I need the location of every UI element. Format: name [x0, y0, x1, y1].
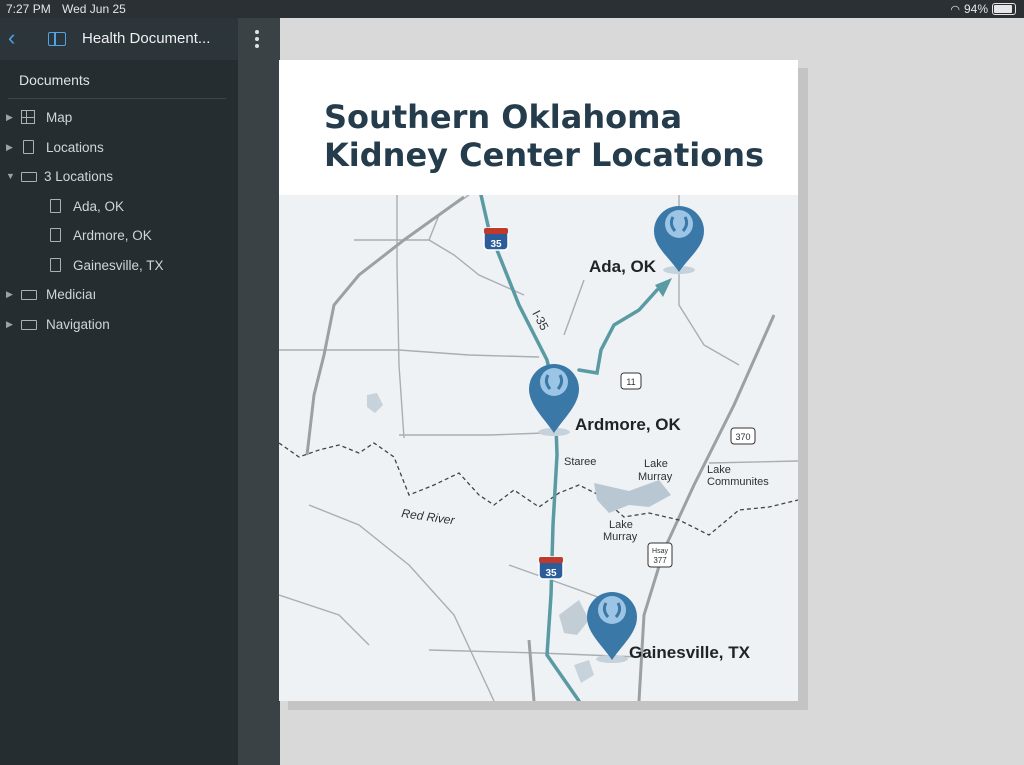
status-bar: 7:27 PM Wed Jun 25 ◠ 94%: [0, 0, 1024, 18]
battery-percent: 94%: [963, 2, 988, 16]
shield-label: Hsay: [652, 548, 668, 555]
map-background: [279, 195, 798, 701]
document-title: Health Document...: [82, 30, 211, 47]
ada-label: Ada, OK: [589, 257, 657, 276]
sidebar-item-label: Locations: [46, 139, 104, 155]
document-icon: [50, 228, 61, 242]
sidebar-item-label: 3 Locations: [44, 168, 114, 184]
folder-icon: [21, 320, 37, 330]
sidebar-item-label: Ardmore, OK: [73, 227, 152, 243]
shield-label: 35: [545, 568, 557, 579]
map-place-label: Lake: [707, 464, 731, 476]
sidebar-item-medicial[interactable]: ▶ Mediciaı: [0, 282, 238, 306]
divider: [8, 98, 226, 99]
sidebar-item-ardmore[interactable]: Ardmore, OK: [0, 223, 238, 247]
map-place-label: Murray: [603, 531, 638, 543]
sidebar-item-label: Navigation: [46, 316, 110, 332]
map-place-label: Staree: [564, 456, 596, 468]
folder-icon: [21, 172, 37, 182]
sidebar-item-label: Map: [46, 109, 73, 125]
back-chevron-icon[interactable]: ‹: [8, 26, 15, 50]
sidebar-item-locations[interactable]: ▶ Locations: [0, 135, 238, 159]
grid-icon: [21, 110, 35, 124]
interstate-shield-top: 35: [483, 227, 509, 251]
disclosure-right-icon[interactable]: ▶: [6, 112, 14, 123]
map-place-label: Lake: [609, 519, 633, 531]
route-370-shield: 370: [730, 427, 756, 445]
document-icon: [23, 140, 34, 154]
document-heading: Southern Oklahoma Kidney Center Location…: [324, 98, 784, 174]
sidebar-item-label: Gainesville, TX: [73, 257, 164, 273]
status-right: ◠ 94%: [950, 2, 1016, 16]
status-date: Wed Jun 25: [62, 2, 126, 16]
sidebar-item-3-locations[interactable]: ▼ 3 Locations: [0, 164, 238, 188]
sidebar-item-gainesville[interactable]: Gainesville, TX: [0, 253, 238, 277]
battery-icon: [992, 3, 1016, 15]
sidebar-item-label: Mediciaı: [46, 286, 97, 302]
hwy-377-shield: Hsay 377: [647, 542, 673, 568]
sidebar-toolbar: ‹ Health Document...: [0, 18, 238, 60]
sidebar-item-label: Ada, OK: [73, 198, 125, 214]
sidebar-gutter: [238, 18, 280, 765]
interstate-shield-bottom: 35: [538, 556, 564, 580]
sidebar-item-navigation[interactable]: ▶ Navigation: [0, 312, 238, 336]
shield-label: 11: [626, 377, 635, 387]
folder-icon: [21, 290, 37, 300]
sidebar-item-ada[interactable]: Ada, OK: [0, 194, 238, 218]
wifi-icon: ◠: [950, 3, 960, 16]
documents-section-header: Documents: [19, 72, 90, 88]
disclosure-right-icon[interactable]: ▶: [6, 289, 14, 300]
heading-line-1: Southern Oklahoma: [324, 98, 683, 136]
disclosure-down-icon[interactable]: ▼: [6, 171, 15, 181]
map-place-label: Lake: [644, 458, 668, 470]
map-place-label: Communites: [707, 476, 769, 488]
disclosure-right-icon[interactable]: ▶: [6, 142, 14, 153]
more-options-icon[interactable]: [255, 30, 259, 51]
heading-line-2: Kidney Center Locations: [324, 136, 765, 174]
route-11-shield: 11: [620, 372, 642, 390]
document-icon: [50, 199, 61, 213]
sidebar: ‹ Health Document... Documents ▶ Map ▶ L…: [0, 18, 238, 765]
shield-label: 35: [490, 239, 502, 250]
map-graphic: 35 35 11 370 Hsay 377 I-35 Staree Lake M…: [279, 195, 798, 701]
gainesville-label: Gainesville, TX: [629, 643, 751, 662]
document-page: Southern Oklahoma Kidney Center Location…: [279, 60, 798, 701]
sidebar-toggle-icon[interactable]: [48, 32, 66, 46]
ardmore-label: Ardmore, OK: [575, 415, 682, 434]
disclosure-right-icon[interactable]: ▶: [6, 319, 14, 330]
document-icon: [50, 258, 61, 272]
map-place-label: Murray: [638, 471, 673, 483]
sidebar-item-map[interactable]: ▶ Map: [0, 105, 238, 129]
status-time: 7:27 PM: [6, 2, 51, 16]
shield-label: 377: [653, 556, 667, 565]
shield-label: 370: [735, 432, 750, 442]
